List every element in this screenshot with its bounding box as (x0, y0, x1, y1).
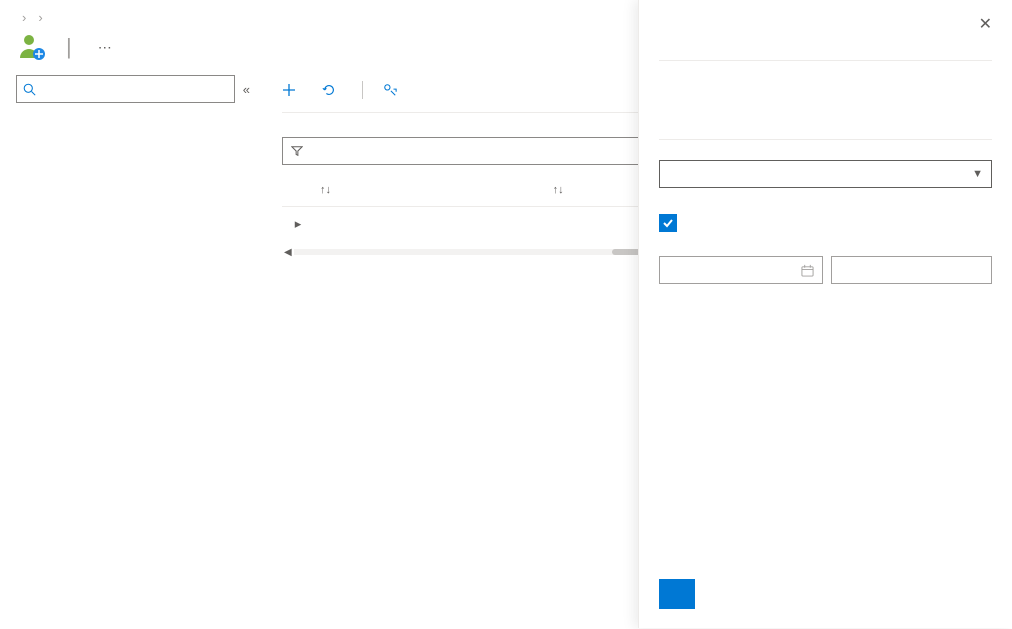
assignment-ends-date-input[interactable] (659, 256, 823, 284)
membership-settings-panel: ✕ ▼ (638, 0, 1012, 628)
plus-icon (282, 83, 296, 97)
sort-icon: ↑↓ (320, 184, 331, 196)
chevron-right-icon: › (38, 10, 42, 25)
checkbox-checked-icon (659, 214, 677, 232)
assignment-type-select[interactable]: ▼ (659, 160, 992, 188)
page-title: | (60, 34, 78, 60)
expand-row-button[interactable]: ▸ (282, 216, 314, 232)
chevron-down-icon: ▼ (972, 168, 983, 180)
calendar-icon (801, 264, 814, 277)
sidebar: « (0, 71, 258, 629)
sidebar-search-input[interactable] (36, 82, 228, 97)
save-button[interactable] (659, 579, 695, 609)
col-scope[interactable]: ↑↓ (314, 184, 547, 196)
collapse-sidebar-button[interactable]: « (243, 82, 250, 97)
more-actions-button[interactable]: ⋯ (98, 39, 114, 56)
permanently-eligible-checkbox[interactable] (659, 214, 992, 232)
sort-icon: ↑↓ (553, 184, 564, 196)
feedback-icon (383, 83, 397, 97)
assignment-ends-time-input[interactable] (831, 256, 992, 284)
add-assignments-button[interactable] (282, 83, 302, 97)
user-avatar-icon (16, 31, 48, 63)
feedback-button[interactable] (383, 83, 403, 97)
sidebar-search[interactable] (16, 75, 235, 103)
scroll-left-icon[interactable]: ◀ (282, 247, 294, 258)
refresh-button[interactable] (322, 83, 342, 97)
filter-icon (291, 145, 303, 157)
chevron-right-icon: › (22, 10, 26, 25)
refresh-icon (322, 83, 336, 97)
toolbar-separator (362, 81, 363, 99)
close-panel-button[interactable]: ✕ (979, 14, 992, 34)
search-icon (23, 83, 36, 96)
